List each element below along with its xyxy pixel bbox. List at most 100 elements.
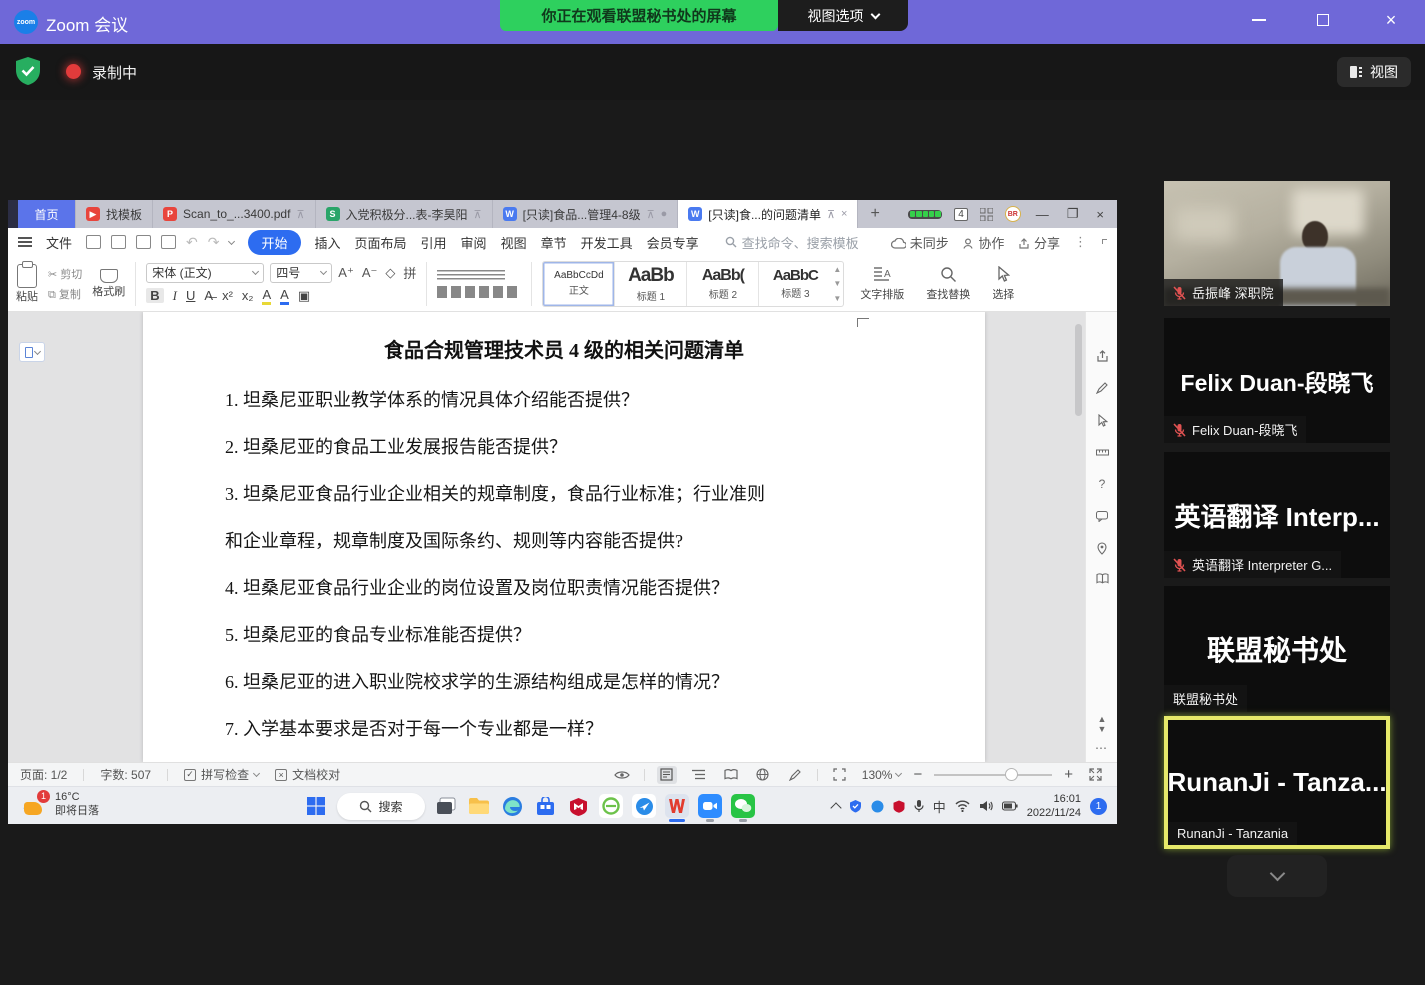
tab-pin-icon[interactable]: ⊼ <box>296 208 304 221</box>
spellcheck-toggle[interactable]: ✓ 拼写检查 <box>184 766 259 783</box>
fit-page-icon[interactable] <box>830 766 850 784</box>
taskbar-search[interactable]: 搜索 <box>337 793 425 820</box>
wps-tab-doc2-active[interactable]: W [只读]食...的问题清单 ⊼ × <box>678 200 858 228</box>
print-icon[interactable] <box>136 235 151 249</box>
tab-close-icon[interactable]: × <box>841 208 847 220</box>
tray-app-icon[interactable] <box>871 800 884 813</box>
menu-chapter[interactable]: 章节 <box>541 233 567 252</box>
participant-tile-yuezhenfeng[interactable]: 岳振峰 深职院 <box>1164 181 1390 306</box>
view-layout-button[interactable]: 视图 <box>1337 57 1411 87</box>
wps-tab-templates[interactable]: ▶ 找模板 <box>76 200 153 228</box>
maximize-button[interactable] <box>1292 0 1354 40</box>
comment-tool-icon[interactable] <box>1094 508 1110 524</box>
paste-options-popup[interactable] <box>19 342 45 362</box>
edit-pen-icon[interactable] <box>1094 380 1110 396</box>
menu-reference[interactable]: 引用 <box>421 233 447 252</box>
zoom-in-button[interactable]: + <box>1064 766 1073 783</box>
sync-status[interactable]: 未同步 <box>891 233 949 252</box>
print-preview-icon[interactable] <box>161 235 176 249</box>
menu-member[interactable]: 会员专享 <box>647 233 699 252</box>
ruler-tool-icon[interactable] <box>1094 444 1110 460</box>
alignment-tools-icons[interactable] <box>437 286 521 298</box>
font-color-button[interactable]: A <box>280 287 289 305</box>
start-button[interactable] <box>304 794 328 818</box>
wps-restore-button[interactable]: ❐ <box>1064 206 1082 222</box>
wechat-taskbar-icon[interactable] <box>731 794 755 818</box>
word-count[interactable]: 字数: 507 <box>100 766 151 783</box>
new-tab-button[interactable]: + <box>858 200 891 228</box>
font-size-select[interactable]: 四号 <box>270 263 332 283</box>
tab-pin-icon[interactable]: ⊼ <box>827 208 835 221</box>
copy-button[interactable]: ⧉ 复制 <box>48 286 82 302</box>
read-mode-icon[interactable] <box>1094 570 1110 586</box>
decrease-font-icon[interactable]: A⁻ <box>362 265 378 281</box>
command-search[interactable]: 查找命令、搜索模板 <box>725 233 859 252</box>
zoom-taskbar-icon[interactable] <box>698 794 722 818</box>
save-icon[interactable] <box>86 235 101 249</box>
participant-tile-runanji-active[interactable]: RunanJi - Tanza... RunanJi - Tanzania <box>1164 716 1390 849</box>
underline-button[interactable]: U <box>186 288 195 303</box>
tray-mic-icon[interactable] <box>914 799 924 813</box>
tab-pin-icon[interactable]: ⊼ <box>647 208 655 221</box>
export-tool-icon[interactable] <box>1094 348 1110 364</box>
subscript-button[interactable]: x₂ <box>242 288 254 303</box>
close-button[interactable]: × <box>1360 0 1422 40</box>
zoom-slider-knob[interactable] <box>1005 768 1018 781</box>
share-button[interactable]: 分享 <box>1018 233 1060 252</box>
menu-page-layout[interactable]: 页面布局 <box>355 233 407 252</box>
chevron-down-icon[interactable] <box>228 237 235 244</box>
clear-format-icon[interactable]: ◇ <box>385 265 395 281</box>
fullscreen-icon[interactable] <box>1085 766 1105 784</box>
style-heading1[interactable]: AaBb 标题 1 <box>615 262 687 306</box>
find-replace-button[interactable]: 查找替换 <box>920 265 976 302</box>
list-tools-icons[interactable] <box>437 270 505 282</box>
ime-indicator[interactable]: 中 <box>933 797 946 816</box>
quick-access-toolbar[interactable]: ↶ ↷ <box>86 234 234 251</box>
edge-browser-icon[interactable] <box>500 794 524 818</box>
volume-icon[interactable] <box>979 800 993 812</box>
style-normal[interactable]: AaBbCcDd 正文 <box>543 262 615 306</box>
eye-protect-icon[interactable] <box>612 766 632 784</box>
doc-count-badge[interactable]: 4 <box>954 208 968 221</box>
write-mode-icon[interactable] <box>785 766 805 784</box>
superscript-button[interactable]: x² <box>222 288 233 303</box>
vip-badge-icon[interactable]: BR <box>1005 206 1021 222</box>
taskbar-clock[interactable]: 16:01 2022/11/24 <box>1027 792 1081 821</box>
scrollbar-thumb[interactable] <box>1075 324 1082 416</box>
vertical-scrollbar[interactable] <box>1074 316 1083 756</box>
outline-view-icon[interactable] <box>689 766 709 784</box>
wps-tab-pdf[interactable]: P Scan_to_...3400.pdf ⊼ <box>153 200 315 228</box>
menu-file[interactable]: 文件 <box>46 233 72 252</box>
participant-tile-felix[interactable]: Felix Duan-段晓飞 Felix Duan-段晓飞 <box>1164 318 1390 443</box>
document-page[interactable]: 食品合规管理技术员 4 级的相关问题清单 1. 坦桑尼亚职业教学体系的情况具体介… <box>143 312 985 762</box>
font-name-select[interactable]: 宋体 (正文) <box>146 263 264 283</box>
increase-font-icon[interactable]: A⁺ <box>338 265 354 281</box>
wps-tab-sheet[interactable]: S 入党积极分...表-李昊阳 ⊼ <box>316 200 493 228</box>
italic-button[interactable]: I <box>173 288 177 304</box>
pinyin-icon[interactable]: 拼 <box>403 263 416 282</box>
cut-button[interactable]: ✂ 剪切 <box>48 266 82 282</box>
help-icon[interactable]: ? <box>1094 476 1110 492</box>
bold-button[interactable]: B <box>146 288 163 303</box>
hamburger-icon[interactable] <box>18 237 32 247</box>
export-pdf-icon[interactable] <box>111 235 126 249</box>
wps-tab-doc1[interactable]: W [只读]食品...管理4-8级 ⊼ ● <box>493 200 679 228</box>
collapse-ribbon-icon[interactable] <box>1102 239 1107 244</box>
read-view-icon[interactable] <box>721 766 741 784</box>
participant-tile-secretariat[interactable]: 联盟秘书处 联盟秘书处 <box>1164 586 1390 712</box>
wps-taskbar-icon[interactable] <box>665 794 689 818</box>
format-painter-button[interactable]: 格式刷 <box>92 269 125 299</box>
location-pin-icon[interactable] <box>1094 540 1110 556</box>
weather-widget[interactable]: ↓ 1 16°C 即将日落 <box>22 791 99 819</box>
wps-close-button[interactable]: × <box>1093 207 1107 222</box>
cursor-tool-icon[interactable] <box>1094 412 1110 428</box>
menu-start-active[interactable]: 开始 <box>248 230 300 255</box>
menu-review[interactable]: 审阅 <box>461 233 487 252</box>
styles-scroll[interactable]: ▲▼▼ <box>831 262 843 306</box>
security-shield-icon[interactable] <box>14 56 42 91</box>
zoom-slider[interactable] <box>934 774 1052 776</box>
zoom-level-select[interactable]: 130% <box>862 768 902 782</box>
wps-minimize-button[interactable]: — <box>1033 207 1052 222</box>
tray-expand-icon[interactable] <box>832 801 840 812</box>
redo-icon[interactable]: ↷ <box>208 234 220 251</box>
